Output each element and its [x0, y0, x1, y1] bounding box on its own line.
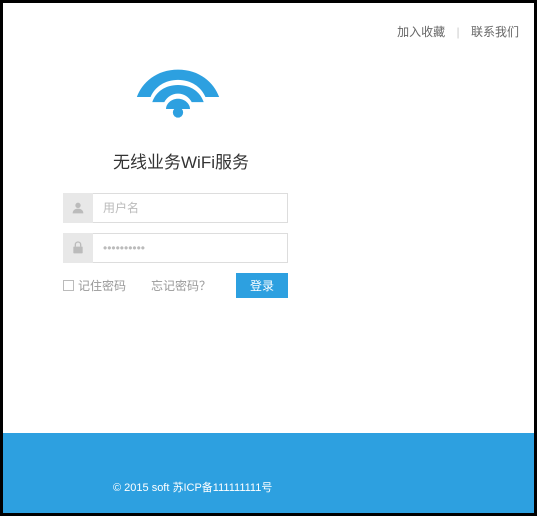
form-footer: 记住密码 忘记密码？ 登录 — [63, 273, 288, 298]
forgot-password-link[interactable]: 忘记密码？ — [151, 277, 211, 294]
login-form: 记住密码 忘记密码？ 登录 — [63, 193, 288, 298]
footer: © 2015 soft 苏ICP备111111111号 — [3, 433, 534, 513]
password-input[interactable] — [93, 233, 288, 263]
password-row — [63, 233, 288, 263]
checkbox-box — [63, 280, 74, 291]
copyright-text: © 2015 soft 苏ICP备111111111号 — [113, 479, 272, 495]
remember-checkbox[interactable]: 记住密码 — [63, 277, 126, 294]
lock-icon — [63, 233, 93, 263]
logo-area — [133, 61, 223, 126]
remember-label: 记住密码 — [78, 277, 126, 294]
username-row — [63, 193, 288, 223]
nav-separator: | — [457, 25, 460, 39]
top-nav: 加入收藏 | 联系我们 — [397, 23, 519, 40]
contact-us-link[interactable]: 联系我们 — [471, 25, 519, 39]
login-button[interactable]: 登录 — [236, 273, 288, 298]
username-input[interactable] — [93, 193, 288, 223]
user-icon — [63, 193, 93, 223]
page-title: 无线业务WiFi服务 — [113, 148, 249, 173]
wifi-icon — [133, 61, 223, 126]
add-favorite-link[interactable]: 加入收藏 — [397, 25, 445, 39]
